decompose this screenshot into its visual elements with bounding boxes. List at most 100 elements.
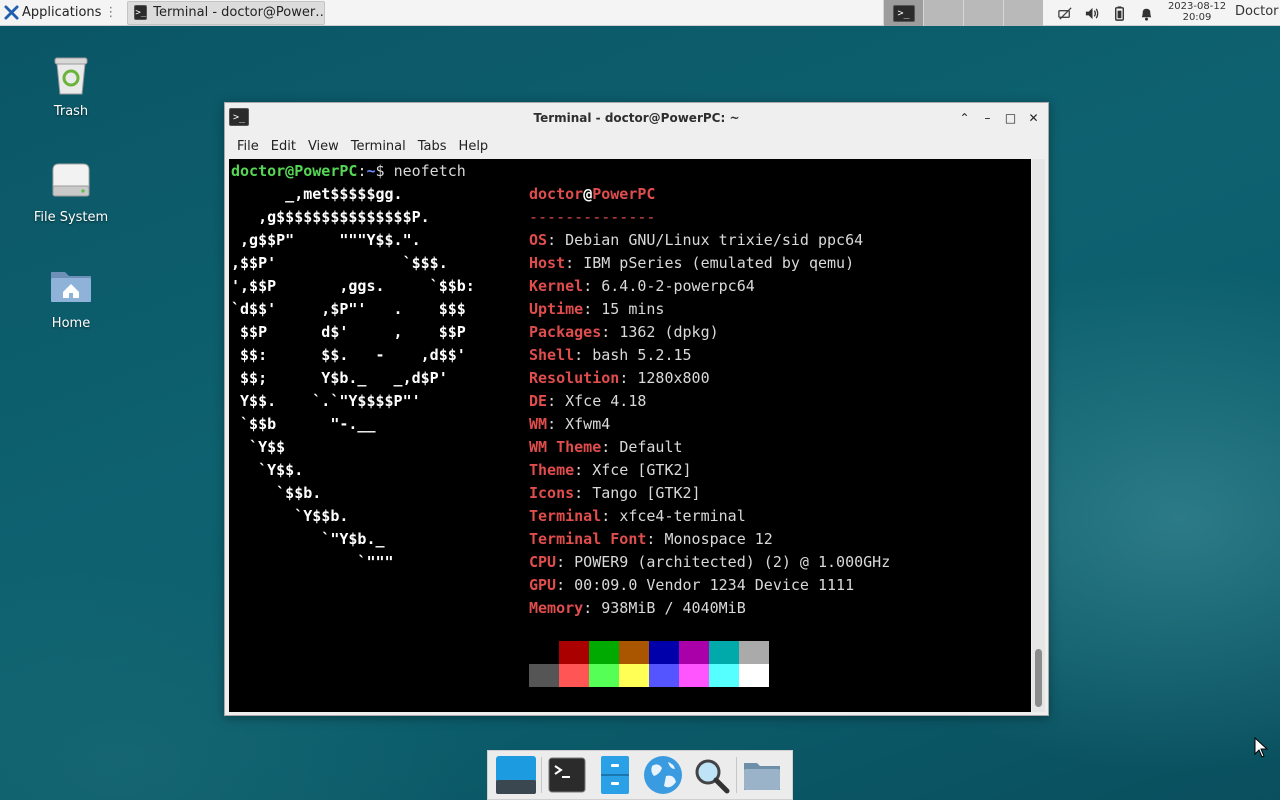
- workspace-3[interactable]: [963, 0, 1003, 26]
- show-desktop-icon: [496, 756, 536, 794]
- ascii-logo-line: `Y$$: [231, 438, 286, 456]
- info-key: Host: [529, 254, 566, 272]
- dock-file-manager[interactable]: [591, 752, 639, 798]
- minimize-icon[interactable]: –: [979, 109, 996, 126]
- terminal-icon: >_: [892, 4, 915, 22]
- info-key: DE: [529, 392, 548, 410]
- clock[interactable]: 2023-08-12 20:09: [1166, 1, 1228, 23]
- menu-terminal[interactable]: Terminal: [345, 139, 412, 154]
- ascii-logo-line: `d$$' ,$P"' . $$$: [231, 300, 466, 318]
- notification-bell-icon[interactable]: [1138, 5, 1155, 22]
- terminal-icon[interactable]: >_: [229, 108, 249, 126]
- menu-help[interactable]: Help: [453, 139, 495, 154]
- palette-swatch: [709, 664, 739, 687]
- drive-icon: [52, 163, 90, 197]
- window-controls: ⌃ – □ ✕: [956, 109, 1042, 126]
- system-tray: [1057, 0, 1155, 26]
- info-row: Host: IBM pSeries (emulated by qemu): [529, 254, 855, 272]
- palette-row-bright: [529, 664, 769, 687]
- info-row: DE: Xfce 4.18: [529, 392, 647, 410]
- dock-show-desktop[interactable]: [492, 752, 540, 798]
- maximize-icon[interactable]: □: [1002, 109, 1019, 126]
- folder-icon: [744, 763, 780, 790]
- menu-edit[interactable]: Edit: [265, 139, 302, 154]
- clock-time: 20:09: [1182, 12, 1212, 23]
- info-key: Resolution: [529, 369, 620, 387]
- palette-swatch: [589, 641, 619, 664]
- close-icon[interactable]: ✕: [1025, 109, 1042, 126]
- terminal-icon: >_: [134, 5, 148, 20]
- palette-swatch: [589, 664, 619, 687]
- applications-label: Applications: [22, 5, 102, 20]
- info-row: CPU: POWER9 (architected) (2) @ 1.000GHz: [529, 553, 891, 571]
- ascii-logo-line: ',$$P ,ggs. `$$b:: [231, 277, 475, 295]
- menu-view[interactable]: View: [302, 139, 345, 154]
- info-key: Terminal Font: [529, 530, 647, 548]
- workspace-1[interactable]: >_: [883, 0, 923, 26]
- battery-icon[interactable]: [1111, 5, 1128, 22]
- window-titlebar[interactable]: >_ Terminal - doctor@PowerPC: ~ ⌃ – □ ✕: [225, 103, 1048, 133]
- user-menu[interactable]: Doctor: [1235, 4, 1279, 19]
- taskbar-button-terminal[interactable]: >_ Terminal - doctor@Power…: [127, 0, 326, 25]
- top-panel: Applications ⋮ >_ Terminal - doctor@Powe…: [0, 0, 1280, 26]
- dock-terminal[interactable]: [543, 752, 591, 798]
- info-value: bash 5.2.15: [592, 346, 692, 364]
- dock-folder[interactable]: [738, 752, 786, 798]
- info-separator: --------------: [529, 208, 656, 226]
- info-key: WM: [529, 415, 548, 433]
- terminal-scrollbar[interactable]: [1032, 159, 1045, 712]
- workspace-4[interactable]: [1003, 0, 1043, 26]
- info-value: 6.4.0-2-powerpc64: [601, 277, 755, 295]
- palette-swatch: [739, 664, 769, 687]
- xfce-logo-icon: [4, 5, 19, 20]
- palette-swatch: [559, 641, 589, 664]
- ascii-logo-line: ,g$$$$$$$$$$$$$$$P.: [231, 208, 430, 226]
- palette-swatch: [739, 641, 769, 664]
- info-row: Terminal: xfce4-terminal: [529, 507, 746, 525]
- ascii-logo-line: ,$$P' `$$$.: [231, 254, 448, 272]
- info-header: doctor@PowerPC: [529, 185, 656, 203]
- dock-app-finder[interactable]: [687, 752, 735, 798]
- info-value: IBM pSeries (emulated by qemu): [583, 254, 855, 272]
- scrollbar-thumb[interactable]: [1035, 649, 1042, 707]
- window-title: Terminal - doctor@PowerPC: ~: [533, 111, 740, 125]
- ascii-logo-line: _,met$$$$$gg.: [231, 185, 403, 203]
- menu-separator-glyph: ⋮: [104, 5, 118, 20]
- shade-icon[interactable]: ⌃: [956, 109, 973, 126]
- prompt-path: ~: [366, 162, 376, 180]
- prompt-command: neofetch: [393, 162, 466, 180]
- terminal-output[interactable]: doctor@PowerPC:~$ neofetch _,met$$$$$gg.…: [229, 159, 1031, 712]
- info-row: Theme: Xfce [GTK2]: [529, 461, 692, 479]
- palette-swatch: [529, 641, 559, 664]
- menu-tabs[interactable]: Tabs: [412, 139, 453, 154]
- ascii-logo-line: `""": [231, 553, 394, 571]
- menu-bar: File Edit View Terminal Tabs Help: [225, 133, 1048, 159]
- desktop-icon-file-system[interactable]: File System: [21, 156, 121, 225]
- info-value: Monospace 12: [664, 530, 773, 548]
- network-icon[interactable]: [1057, 5, 1074, 22]
- desktop-icon-trash[interactable]: Trash: [21, 50, 121, 119]
- taskbar-button-label: Terminal - doctor@Power…: [153, 5, 326, 20]
- info-row: WM Theme: Default: [529, 438, 683, 456]
- ascii-logo-line: `$$b "-.__: [231, 415, 376, 433]
- dock-separator: [736, 757, 737, 793]
- applications-menu[interactable]: Applications ⋮: [0, 0, 121, 26]
- info-value: Debian GNU/Linux trixie/sid ppc64: [565, 231, 864, 249]
- info-value: 1362 (dpkg): [619, 323, 719, 341]
- desktop-icon-home[interactable]: Home: [21, 262, 121, 331]
- info-value: 15 mins: [601, 300, 665, 318]
- palette-swatch: [709, 641, 739, 664]
- dock-separator: [541, 757, 542, 793]
- info-header-host: PowerPC: [592, 185, 656, 203]
- volume-icon[interactable]: [1084, 5, 1101, 22]
- ascii-logo-line: $$P d$' , $$P: [231, 323, 466, 341]
- dock-web-browser[interactable]: [639, 752, 687, 798]
- trash-icon: [54, 57, 88, 95]
- info-value: Tango [GTK2]: [592, 484, 701, 502]
- workspace-2[interactable]: [923, 0, 963, 26]
- prompt-symbol: $: [375, 162, 385, 180]
- palette-row-dark: [529, 641, 769, 664]
- menu-file[interactable]: File: [231, 139, 265, 154]
- ascii-logo-line: `$$b.: [231, 484, 322, 502]
- info-key: CPU: [529, 553, 557, 571]
